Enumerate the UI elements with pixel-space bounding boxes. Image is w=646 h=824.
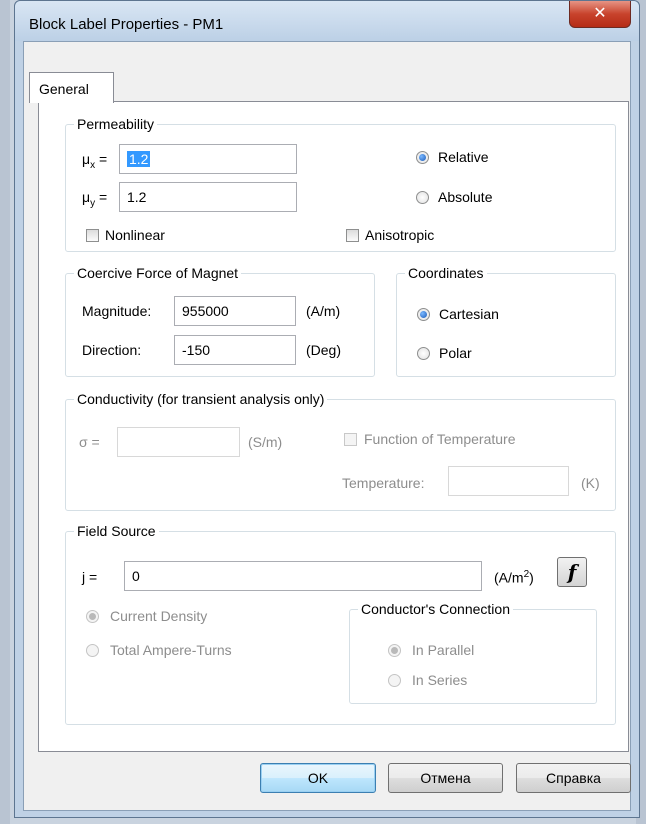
- function-of-temperature-checkbox[interactable]: [344, 433, 357, 446]
- coercive-legend: Coercive Force of Magnet: [74, 264, 242, 282]
- background-left: [0, 0, 10, 824]
- muy-label: μy =: [82, 189, 108, 209]
- coordinates-legend: Coordinates: [405, 264, 487, 282]
- coercive-force-group: Coercive Force of Magnet Magnitude: 9550…: [65, 264, 375, 377]
- coordinates-group: Coordinates Cartesian Polar: [396, 264, 616, 377]
- title-bar[interactable]: Block Label Properties - PM1 ✕: [15, 1, 639, 41]
- total-ampere-turns-radio[interactable]: [86, 644, 99, 657]
- j-unit: (A/m2): [494, 566, 534, 587]
- magnitude-unit: (A/m): [306, 303, 341, 319]
- mux-input[interactable]: 1.2: [119, 144, 297, 174]
- relative-radio[interactable]: [416, 151, 429, 164]
- magnitude-input[interactable]: 955000: [174, 296, 296, 326]
- in-series-label[interactable]: In Series: [412, 671, 467, 689]
- absolute-radio[interactable]: [416, 191, 429, 204]
- anisotropic-checkbox[interactable]: [346, 229, 359, 242]
- temperature-unit: (K): [581, 475, 600, 491]
- absolute-label[interactable]: Absolute: [438, 188, 492, 206]
- help-button[interactable]: Справка: [516, 763, 631, 793]
- cartesian-label[interactable]: Cartesian: [439, 305, 499, 323]
- sigma-label: σ =: [79, 434, 100, 450]
- sigma-unit: (S/m): [248, 434, 283, 450]
- in-series-radio[interactable]: [388, 674, 401, 687]
- j-label: j =: [82, 569, 98, 585]
- window-title: Block Label Properties - PM1: [29, 16, 224, 33]
- conductivity-legend: Conductivity (for transient analysis onl…: [74, 390, 328, 408]
- general-tab-panel: Permeability μx = 1.2 μy = 1.2 Relative …: [38, 101, 629, 752]
- function-f-button[interactable]: f: [557, 557, 587, 587]
- ok-button[interactable]: OK: [260, 763, 376, 793]
- direction-unit: (Deg): [306, 342, 342, 358]
- mux-label: μx =: [82, 151, 108, 171]
- in-parallel-label[interactable]: In Parallel: [412, 641, 474, 659]
- tab-general[interactable]: General: [29, 72, 114, 103]
- field-source-group: Field Source j = 0 (A/m2) f Current Dens…: [65, 522, 616, 725]
- anisotropic-label[interactable]: Anisotropic: [365, 226, 434, 244]
- cancel-button[interactable]: Отмена: [388, 763, 503, 793]
- current-density-radio[interactable]: [86, 610, 99, 623]
- j-input[interactable]: 0: [124, 561, 482, 591]
- total-ampere-turns-label[interactable]: Total Ampere-Turns: [110, 641, 232, 659]
- polar-radio[interactable]: [417, 347, 430, 360]
- j-unit-text: (A/m: [494, 569, 524, 586]
- conductors-connection-group: Conductor's Connection In Parallel In Se…: [349, 600, 597, 704]
- relative-label[interactable]: Relative: [438, 148, 489, 166]
- temperature-input[interactable]: [448, 466, 569, 496]
- temperature-label: Temperature:: [342, 475, 425, 491]
- field-source-legend: Field Source: [74, 522, 159, 540]
- j-unit-close: ): [529, 569, 534, 586]
- muy-input[interactable]: 1.2: [119, 182, 297, 212]
- conductivity-group: Conductivity (for transient analysis onl…: [65, 390, 616, 511]
- function-of-temperature-label[interactable]: Function of Temperature: [364, 430, 516, 448]
- current-density-label[interactable]: Current Density: [110, 607, 207, 625]
- permeability-group: Permeability μx = 1.2 μy = 1.2 Relative …: [65, 115, 616, 252]
- permeability-legend: Permeability: [74, 115, 158, 133]
- polar-label[interactable]: Polar: [439, 344, 472, 362]
- magnitude-label: Magnitude:: [82, 303, 152, 319]
- in-parallel-radio[interactable]: [388, 644, 401, 657]
- direction-label: Direction:: [82, 342, 142, 358]
- direction-input[interactable]: -150: [174, 335, 296, 365]
- nonlinear-label[interactable]: Nonlinear: [105, 226, 165, 244]
- close-button[interactable]: ✕: [569, 1, 631, 28]
- nonlinear-checkbox[interactable]: [86, 229, 99, 242]
- mux-value: 1.2: [127, 151, 151, 167]
- sigma-input[interactable]: [117, 427, 240, 457]
- close-icon: ✕: [593, 3, 607, 22]
- conductors-connection-legend: Conductor's Connection: [358, 600, 513, 618]
- cartesian-radio[interactable]: [417, 308, 430, 321]
